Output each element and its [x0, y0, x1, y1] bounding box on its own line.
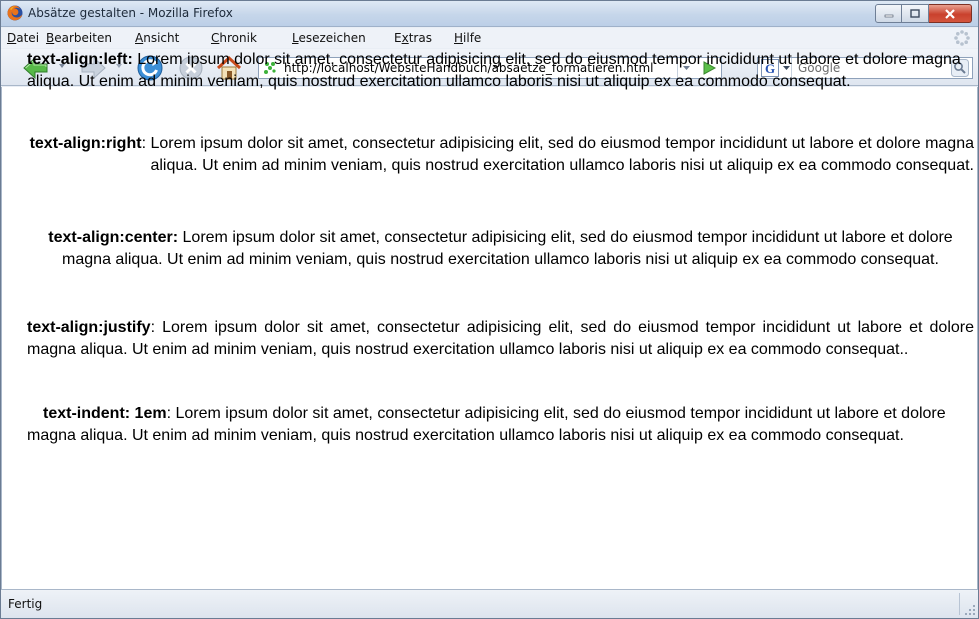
paragraph-body: Lorem ipsum dolor sit amet, consectetur …	[27, 51, 961, 90]
paragraph-label: text-align:right	[29, 135, 142, 152]
menu-datei[interactable]: Datei	[7, 31, 39, 45]
paragraph-body: : Lorem ipsum dolor sit amet, consectetu…	[141, 135, 974, 174]
status-divider	[959, 593, 960, 615]
paragraph-text-align-left: text-align:left: Lorem ipsum dolor sit a…	[27, 49, 974, 93]
menu-extras[interactable]: Extras	[394, 31, 432, 45]
close-icon	[945, 8, 955, 19]
minimize-button[interactable]	[875, 4, 902, 23]
maximize-icon	[910, 9, 920, 18]
paragraph-label: text-indent: 1em	[43, 405, 167, 422]
paragraph-body: Lorem ipsum dolor sit amet, consectetur …	[62, 229, 953, 268]
paragraph-text-align-right: text-align:right: Lorem ipsum dolor sit …	[27, 133, 974, 177]
window-controls	[875, 4, 972, 23]
menu-ansicht[interactable]: Ansicht	[135, 31, 179, 45]
menu-hilfe[interactable]: Hilfe	[454, 31, 481, 45]
paragraph-text-indent: text-indent: 1em: Lorem ipsum dolor sit …	[27, 403, 967, 447]
paragraph-label: text-align:justify	[27, 319, 151, 336]
status-text: Fertig	[8, 597, 43, 611]
status-bar: Fertig	[1, 589, 978, 618]
menu-lesezeichen[interactable]: Lesezeichen	[292, 31, 366, 45]
paragraph-label: text-align:left:	[27, 51, 133, 68]
firefox-logo-icon	[7, 5, 23, 21]
paragraph-text-align-justify: text-align:justify: Lorem ipsum dolor si…	[27, 317, 974, 361]
browser-window: Absätze gestalten - Mozilla Firefox Date…	[0, 0, 979, 619]
menu-bar: Datei Bearbeiten Ansicht Chronik Lesezei…	[1, 28, 978, 48]
window-title: Absätze gestalten - Mozilla Firefox	[28, 6, 233, 20]
page-content: text-align:left: Lorem ipsum dolor sit a…	[1, 51, 978, 589]
menu-bearbeiten[interactable]: Bearbeiten	[46, 31, 112, 45]
paragraph-body: : Lorem ipsum dolor sit amet, consectetu…	[27, 319, 974, 358]
paragraph-label: text-align:center:	[48, 229, 179, 246]
throbber-icon	[954, 30, 970, 46]
maximize-button[interactable]	[902, 4, 929, 23]
resize-grip-icon[interactable]	[964, 604, 976, 616]
menu-chronik[interactable]: Chronik	[211, 31, 257, 45]
close-button[interactable]	[929, 4, 972, 23]
paragraph-text-align-center: text-align:center: Lorem ipsum dolor sit…	[27, 227, 974, 271]
title-bar: Absätze gestalten - Mozilla Firefox	[1, 1, 978, 27]
minimize-icon	[884, 14, 893, 17]
